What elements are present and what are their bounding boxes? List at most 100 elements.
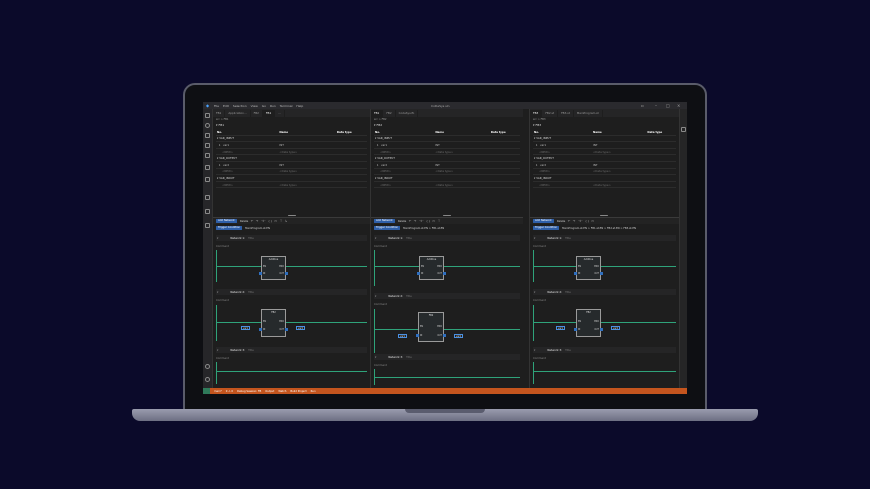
trigger-condition-button[interactable]: Trigger Condition — [216, 225, 243, 231]
add-network-button[interactable]: Add Network — [533, 218, 554, 224]
collapse-icon[interactable]: ▾ — [534, 348, 535, 352]
network-comment[interactable]: Comment — [374, 245, 387, 248]
contact-icon[interactable]: ⊣⊢ — [261, 219, 266, 223]
table-row[interactable]: <NEW> <Data type> — [216, 169, 367, 176]
status-output[interactable]: Output — [265, 390, 274, 393]
table-row[interactable]: 1 var1 INT — [374, 142, 520, 149]
table-row[interactable]: 1 var1 INT — [216, 142, 367, 149]
network-header[interactable]: ▾ Network 3: Title — [533, 347, 676, 353]
network-title[interactable]: Title — [248, 290, 254, 294]
contact-icon[interactable]: ⊣⊢ — [419, 219, 424, 223]
network-title[interactable]: Title — [565, 236, 571, 240]
box-icon[interactable]: ▭ — [274, 219, 277, 223]
tab[interactable]: FB1 — [213, 110, 226, 117]
layout-icon[interactable]: ▫ — [641, 103, 644, 108]
table-row[interactable]: <NEW> <Data type> — [216, 149, 367, 156]
table-row[interactable]: ▾ VAR_INPUT — [374, 136, 520, 143]
network-header[interactable]: ▾ Network 2: Title — [216, 289, 367, 295]
input-pin-icon[interactable] — [574, 328, 577, 331]
network-comment[interactable]: Comment — [216, 357, 229, 360]
source-control-icon[interactable] — [205, 133, 210, 138]
status-debug[interactable]: Debug Session: FB — [237, 390, 261, 393]
table-row[interactable]: 1 var2 INT — [216, 162, 367, 169]
input-pin-icon[interactable] — [416, 334, 419, 337]
table-row[interactable]: 1 var2 INT — [374, 162, 520, 169]
collapse-icon[interactable]: ▾ — [375, 236, 376, 240]
network-title[interactable]: Title — [565, 290, 571, 294]
network-header[interactable]: ▾ Network 3: Title — [216, 347, 367, 353]
box-icon[interactable]: ▭ — [432, 219, 435, 223]
input-pin-icon[interactable] — [259, 328, 262, 331]
remote-icon[interactable] — [203, 388, 210, 394]
collapse-icon[interactable]: ▾ — [217, 236, 218, 240]
gear-icon[interactable] — [205, 377, 210, 382]
function-block[interactable]: AddOne EN ENO IN OUT — [259, 256, 288, 280]
network-title[interactable]: Title — [248, 236, 254, 240]
network-header[interactable]: ▾ Network 1: Title — [533, 235, 676, 241]
output-pin-icon[interactable] — [600, 272, 603, 275]
output-variable[interactable]: var2 — [454, 334, 463, 338]
run-debug-icon[interactable] — [205, 143, 210, 148]
delete-button[interactable]: Delete — [240, 220, 249, 223]
plc-icon[interactable] — [205, 165, 210, 170]
menu-terminal[interactable]: Terminal — [280, 104, 293, 108]
network-title[interactable]: Title — [406, 294, 412, 298]
table-row[interactable]: ▾ VAR_INPUT — [216, 136, 367, 143]
tab[interactable]: ... — [275, 110, 285, 117]
input-variable[interactable]: var1 — [556, 326, 565, 330]
tab[interactable]: FB2.st — [542, 110, 559, 117]
undo-icon[interactable]: ↶ — [568, 219, 571, 223]
output-variable[interactable]: var2 — [296, 326, 305, 330]
network-comment[interactable]: Comment — [216, 245, 229, 248]
network-header[interactable]: ▾ Network 1: Title — [374, 235, 520, 241]
menu-help[interactable]: Help — [296, 104, 303, 108]
output-pin-icon[interactable] — [443, 334, 446, 337]
table-row[interactable]: ▾ VAR_INPUT — [533, 136, 676, 143]
collapse-icon[interactable]: ▾ — [375, 355, 376, 359]
collapse-icon[interactable]: ▾ — [375, 294, 376, 298]
table-row[interactable]: <NEW> <Data type> — [374, 169, 520, 176]
menu-run[interactable]: Run — [270, 104, 276, 108]
status-run[interactable]: Run — [311, 390, 316, 393]
network-comment[interactable]: Comment — [374, 303, 387, 306]
delete-button[interactable]: Delete — [398, 220, 407, 223]
menu-view[interactable]: View — [251, 104, 258, 108]
network-title[interactable]: Title — [406, 355, 412, 359]
input-pin-icon[interactable] — [574, 272, 577, 275]
network-comment[interactable]: Comment — [374, 364, 387, 367]
close-icon[interactable]: × — [677, 103, 680, 108]
function-block[interactable]: AddOne EN ENO IN OUT — [417, 256, 446, 280]
table-row[interactable]: ▾ VAR_OUTPUT — [533, 155, 676, 162]
status-watch[interactable]: Watch — [278, 390, 286, 393]
tools-icon[interactable] — [205, 177, 210, 182]
network-comment[interactable]: Comment — [533, 245, 546, 248]
tab[interactable]: FB2 — [251, 110, 263, 117]
chart-icon[interactable] — [205, 209, 210, 214]
status-branch[interactable]: main* — [214, 390, 222, 393]
output-pin-icon[interactable] — [285, 272, 288, 275]
table-row[interactable]: ▾ VAR_INOUT — [533, 175, 676, 182]
explorer-icon[interactable] — [205, 113, 210, 118]
tab[interactable]: FB3.st — [558, 110, 574, 117]
jump-icon[interactable]: ↳ — [285, 219, 288, 223]
menu-file[interactable]: File — [214, 104, 219, 108]
function-block[interactable]: FB2 EN ENO IN OUT — [259, 309, 288, 337]
network-comment[interactable]: Comment — [533, 299, 546, 302]
trigger-condition-button[interactable]: Trigger Condition — [374, 225, 401, 231]
redo-icon[interactable]: ↷ — [573, 219, 576, 223]
table-row[interactable]: <NEW> <Data type> — [533, 169, 676, 176]
branch-icon[interactable]: ⊤ — [438, 219, 441, 223]
menu-edit[interactable]: Edit — [223, 104, 229, 108]
minimize-icon[interactable]: – — [655, 103, 657, 108]
contact-icon[interactable]: ⊣⊢ — [578, 219, 583, 223]
output-variable[interactable]: var2 — [611, 326, 620, 330]
branch-icon[interactable]: ⊤ — [280, 219, 283, 223]
table-row[interactable]: 1 var2 INT — [533, 162, 676, 169]
status-build[interactable]: Build Project — [290, 390, 306, 393]
network-title[interactable]: Title — [406, 236, 412, 240]
tab-active[interactable]: FB3 — [530, 110, 543, 117]
menu-go[interactable]: Go — [262, 104, 266, 108]
table-row[interactable]: <NEW> <Data type> — [533, 149, 676, 156]
add-network-button[interactable]: Add Network — [216, 218, 237, 224]
network-header[interactable]: ▾ Network 2: Title — [374, 293, 520, 299]
